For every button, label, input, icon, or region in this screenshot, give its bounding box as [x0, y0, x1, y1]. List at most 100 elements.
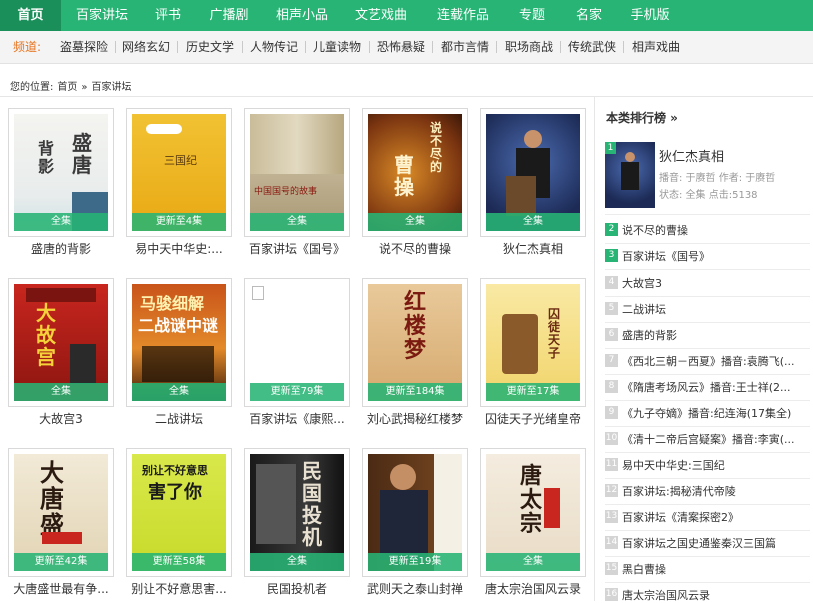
channel-horror[interactable]: 恐怖悬疑 [377, 31, 425, 63]
channel-xiangsheng[interactable]: 相声戏曲 [632, 31, 680, 63]
channel-business[interactable]: 职场商战 [505, 31, 553, 63]
book-cover[interactable]: 三国纪 更新至4集 [132, 114, 226, 231]
channel-divider [177, 41, 178, 53]
ranking-item[interactable]: 7 《西北三朝－西夏》播音:袁腾飞(... [605, 348, 810, 375]
book-cover[interactable]: 马骏细解 二战谜中谜 全集 [132, 284, 226, 401]
nav-item-crosstalk[interactable]: 相声小品 [266, 0, 338, 31]
channel-divider [432, 41, 433, 53]
rank-number: 11 [605, 458, 618, 471]
channel-fantasy[interactable]: 网络玄幻 [122, 31, 170, 63]
ranking-item[interactable]: 11 易中天中华史:三国纪 [605, 452, 810, 479]
book-cover[interactable]: 盛唐 背影 全集 [14, 114, 108, 231]
rank-title[interactable]: 《隋唐考场风云》播音:王士祥(2... [622, 379, 810, 395]
book-cover[interactable]: 全集 [486, 114, 580, 231]
rank-title[interactable]: 百家讲坛之国史通鉴秦汉三国篇 [622, 535, 810, 551]
book-cover[interactable]: 说不尽的 曹操 全集 [368, 114, 462, 231]
nav-item-baijia[interactable]: 百家讲坛 [66, 0, 138, 31]
ranking-item[interactable]: 13 百家讲坛《清案探密2》 [605, 504, 810, 531]
channel-divider [369, 41, 370, 53]
breadcrumb-home[interactable]: 首页 [57, 82, 77, 93]
rank-number: 14 [605, 536, 618, 549]
book-title[interactable]: 盛唐的背影 [2, 240, 120, 257]
rank-title[interactable]: 百家讲坛:揭秘清代帝陵 [622, 483, 810, 499]
nav-item-pingshu[interactable]: 评书 [141, 0, 195, 31]
nav-item-masters[interactable]: 名家 [562, 0, 616, 31]
book-cover[interactable]: 红楼梦 更新至184集 [368, 284, 462, 401]
ranking-item[interactable]: 9 《九子夺嫡》播音:纪连海(17集全) [605, 400, 810, 427]
book-status: 更新至19集 [368, 553, 462, 571]
book-cover[interactable]: 大唐盛 更新至42集 [14, 454, 108, 571]
rank-number: 3 [605, 249, 618, 262]
channel-romance[interactable]: 都市言情 [441, 31, 489, 63]
book-cover[interactable]: 更新至19集 [368, 454, 462, 571]
book-title[interactable]: 说不尽的曹操 [356, 240, 474, 257]
nav-item-serial[interactable]: 连载作品 [427, 0, 499, 31]
nav-item-topics[interactable]: 专题 [505, 0, 559, 31]
rank-title[interactable]: 盛唐的背影 [622, 327, 810, 343]
featured-title[interactable]: 狄仁杰真相 [659, 146, 724, 165]
book-title[interactable]: 民国投机者 [238, 580, 356, 597]
book-title[interactable]: 大故宫3 [2, 410, 120, 427]
featured-rank-number: 1 [605, 142, 616, 154]
rank-title[interactable]: 二战讲坛 [622, 301, 810, 317]
book-cover[interactable]: 唐太宗 全集 [486, 454, 580, 571]
book-title[interactable]: 狄仁杰真相 [474, 240, 592, 257]
rank-title[interactable]: 易中天中华史:三国纪 [622, 457, 810, 473]
channel-tomb[interactable]: 盗墓探险 [60, 31, 108, 63]
ranking-item[interactable]: 15 黑白曹操 [605, 556, 810, 583]
nav-item-mobile[interactable]: 手机版 [618, 0, 682, 31]
rank-number: 15 [605, 562, 618, 575]
book-title[interactable]: 囚徒天子光绪皇帝 [474, 410, 592, 427]
rank-title[interactable]: 《西北三朝－西夏》播音:袁腾飞(... [622, 353, 810, 369]
nav-item-home[interactable]: 首页 [0, 0, 61, 31]
book-cover[interactable]: 中国国号的故事 全集 [250, 114, 344, 231]
rank-title[interactable]: 说不尽的曹操 [622, 222, 810, 238]
featured-meta-status: 状态: 全集 点击:5138 [659, 190, 758, 201]
broken-image-icon [252, 286, 264, 300]
ranking-item[interactable]: 10 《清十二帝后宫疑案》播音:李寅(... [605, 426, 810, 453]
book-cover[interactable]: 囚徒天子 更新至17集 [486, 284, 580, 401]
book-status: 全集 [14, 383, 108, 401]
book-title[interactable]: 别让不好意思害... [120, 580, 238, 597]
ranking-item[interactable]: 6 盛唐的背影 [605, 322, 810, 349]
ranking-item[interactable]: 2 说不尽的曹操 [605, 217, 810, 244]
rank-number: 8 [605, 380, 618, 393]
book-title[interactable]: 唐太宗治国风云录 [474, 580, 592, 597]
rank-number: 10 [605, 432, 618, 445]
channel-children[interactable]: 儿童读物 [313, 31, 361, 63]
ranking-item[interactable]: 14 百家讲坛之国史通鉴秦汉三国篇 [605, 530, 810, 557]
channel-wuxia[interactable]: 传统武侠 [568, 31, 616, 63]
book-title[interactable]: 大唐盛世最有争... [2, 580, 120, 597]
ranking-item[interactable]: 3 百家讲坛《国号》 [605, 243, 810, 270]
nav-item-opera[interactable]: 文艺戏曲 [345, 0, 417, 31]
book-title[interactable]: 二战讲坛 [120, 410, 238, 427]
book-title[interactable]: 刘心武揭秘红楼梦 [356, 410, 474, 427]
book-cover[interactable]: 大故宫 全集 [14, 284, 108, 401]
ranking-item[interactable]: 12 百家讲坛:揭秘清代帝陵 [605, 478, 810, 505]
rank-title[interactable]: 大故宫3 [622, 275, 810, 291]
book-cover[interactable]: 别让不好意思 害了你 更新至58集 [132, 454, 226, 571]
nav-item-radio-drama[interactable]: 广播剧 [199, 0, 259, 31]
ranking-item[interactable]: 16 唐太宗治国风云录 [605, 582, 810, 602]
ranking-title[interactable]: 本类排行榜 » [606, 109, 678, 126]
ranking-item[interactable]: 5 二战讲坛 [605, 296, 810, 323]
book-cover[interactable]: 民国投机 全集 [250, 454, 344, 571]
book-cover[interactable]: 更新至79集 [250, 284, 344, 401]
rank-title[interactable]: 《九子夺嫡》播音:纪连海(17集全) [622, 405, 810, 421]
channel-history[interactable]: 历史文学 [186, 31, 234, 63]
rank-title[interactable]: 黑白曹操 [622, 561, 810, 577]
featured-meta-narrator: 播音: 于赓哲 作者: 于赓哲 [659, 173, 776, 184]
book-title[interactable]: 易中天中华史:... [120, 240, 238, 257]
book-title[interactable]: 百家讲坛《康熙... [238, 410, 356, 427]
rank-number: 13 [605, 510, 618, 523]
book-title[interactable]: 武则天之泰山封禅 [356, 580, 474, 597]
rank-title[interactable]: 百家讲坛《国号》 [622, 248, 810, 264]
rank-title[interactable]: 《清十二帝后宫疑案》播音:李寅(... [622, 431, 810, 447]
ranking-item[interactable]: 8 《隋唐考场风云》播音:王士祥(2... [605, 374, 810, 401]
book-status: 更新至184集 [368, 383, 462, 401]
channel-biography[interactable]: 人物传记 [250, 31, 298, 63]
book-title[interactable]: 百家讲坛《国号》 [238, 240, 356, 257]
rank-title[interactable]: 百家讲坛《清案探密2》 [622, 509, 810, 525]
ranking-item[interactable]: 4 大故宫3 [605, 270, 810, 297]
channel-divider [242, 41, 243, 53]
